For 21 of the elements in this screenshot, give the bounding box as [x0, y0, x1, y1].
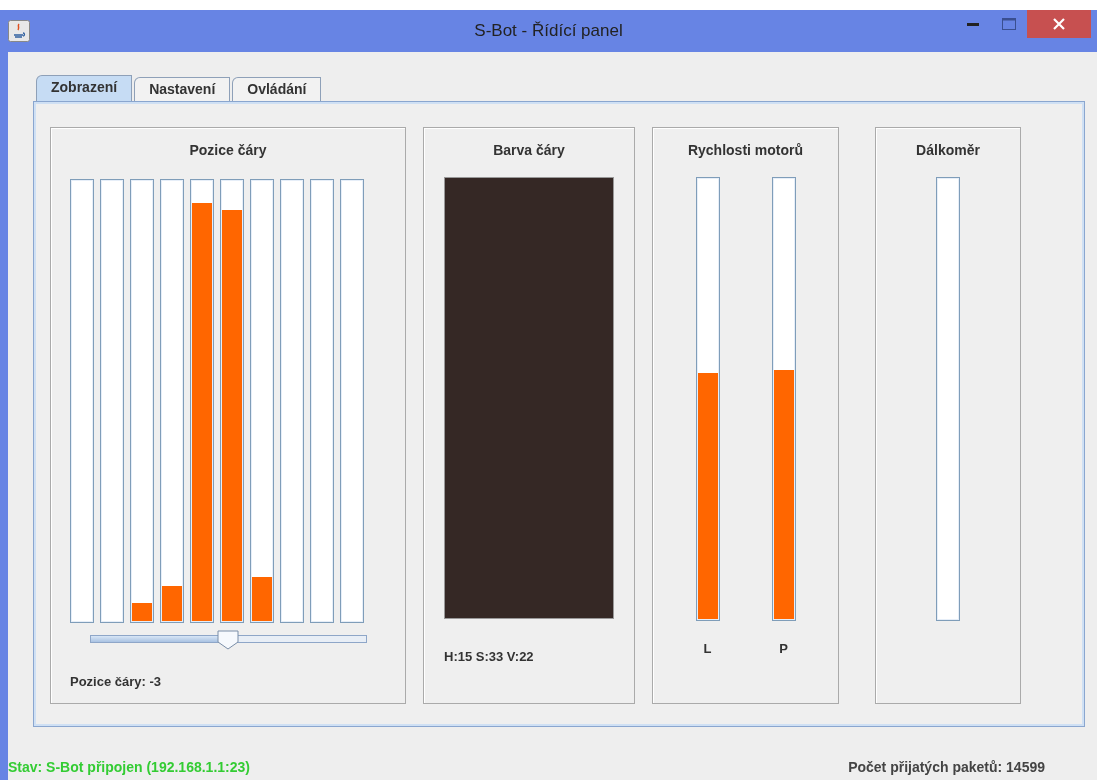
motor-label: P — [779, 640, 788, 658]
slider-thumb[interactable] — [217, 630, 239, 650]
minimize-icon — [967, 22, 979, 26]
panel-title: Rychlosti motorů — [687, 141, 804, 160]
window-title: S-Bot - Řídící panel — [474, 21, 623, 41]
position-reading: Pozice čáry: -3 — [70, 673, 162, 691]
packet-count: Počet přijatých paketů: 14599 — [848, 757, 1045, 777]
panel-title: Barva čáry — [493, 141, 565, 160]
tab[interactable]: Nastavení — [134, 77, 231, 101]
close-icon — [1053, 18, 1065, 30]
maximize-icon — [1002, 18, 1016, 30]
app-icon — [8, 20, 30, 42]
panel-title: Pozice čáry — [189, 141, 267, 160]
hsv-reading: H:15 S:33 V:22 — [444, 648, 534, 666]
slider[interactable] — [89, 630, 367, 650]
panel-title: Dálkoměr — [916, 141, 980, 160]
tab[interactable]: Zobrazení — [36, 75, 133, 101]
close-button[interactable] — [1027, 10, 1091, 38]
connection-status: Stav: S-Bot připojen (192.168.1.1:23) — [8, 757, 250, 777]
tab[interactable]: Ovládání — [232, 77, 322, 101]
motor-label: L — [703, 640, 712, 658]
